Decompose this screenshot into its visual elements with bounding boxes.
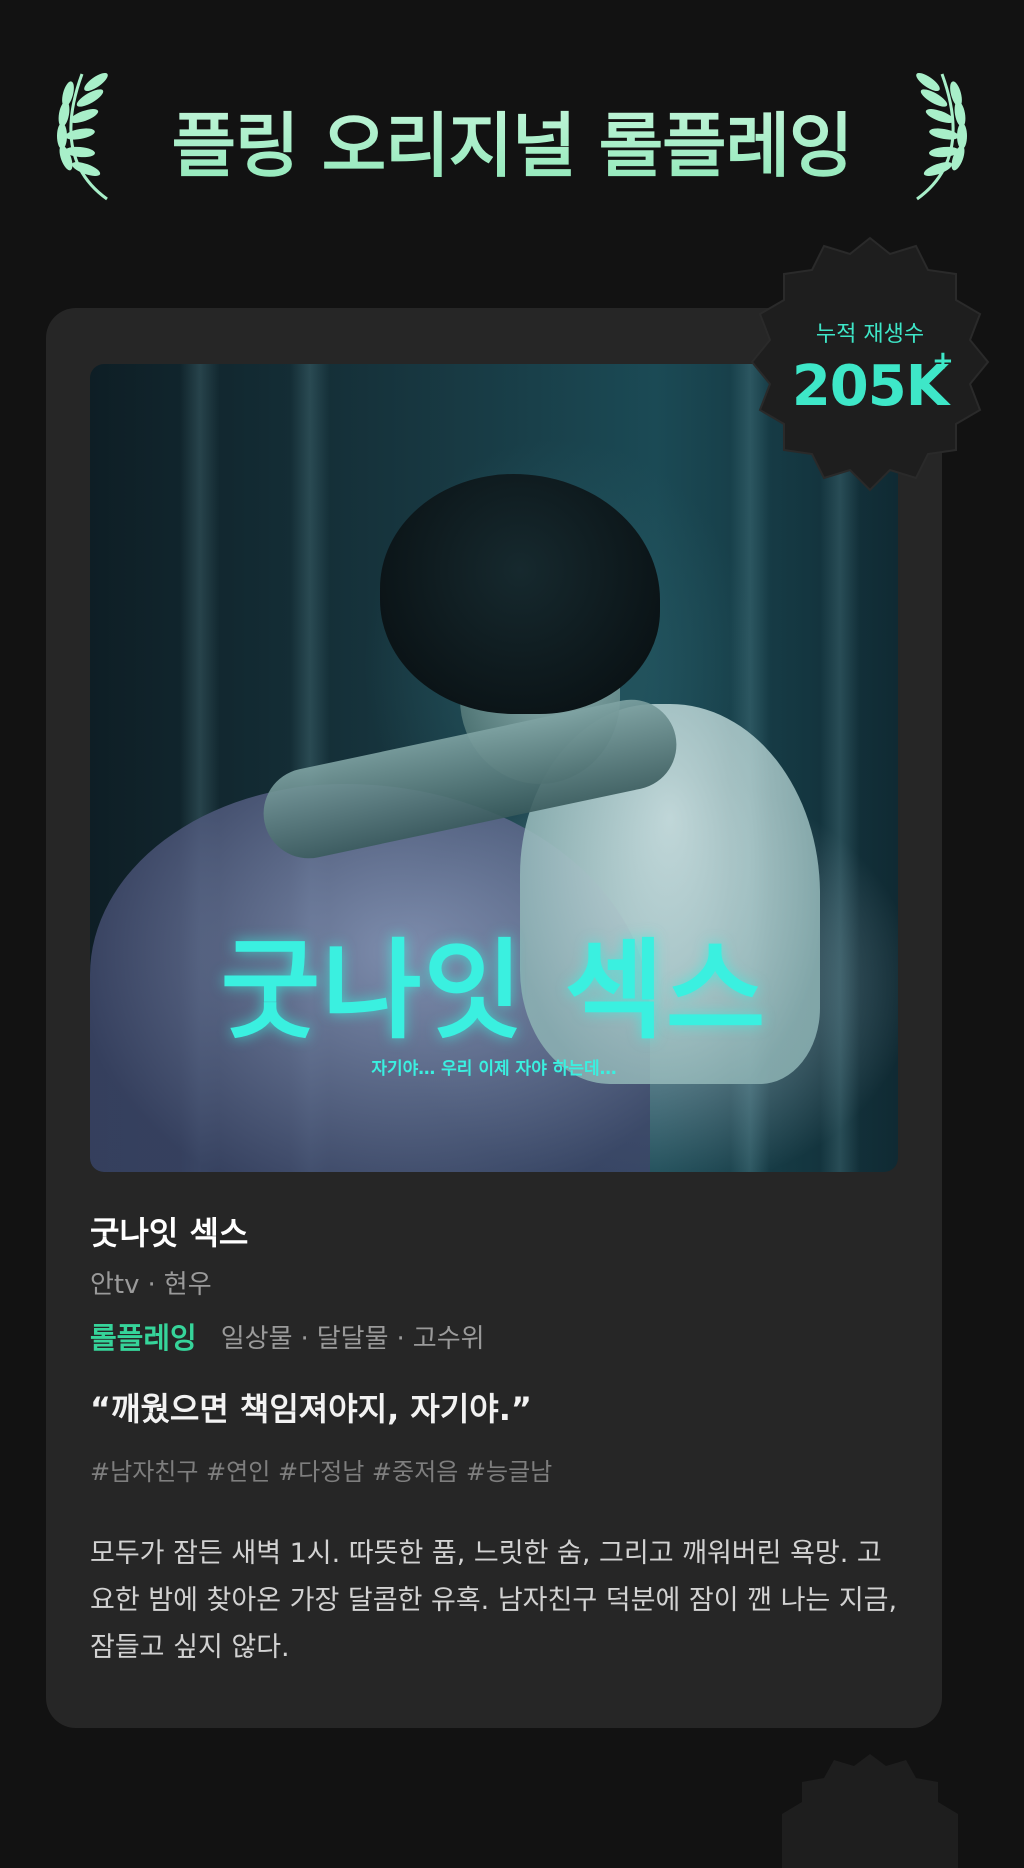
category-item: 일상물	[220, 1323, 293, 1354]
badge-suffix: +	[932, 346, 954, 376]
category-list: 일상물 · 달달물 · 고수위	[221, 1318, 485, 1355]
creator-list: 안tv · 현우	[90, 1264, 898, 1304]
poster-subtitle: 자기야… 우리 이제 자야 하는데…	[371, 1059, 617, 1079]
category-item: 달달물	[316, 1323, 389, 1354]
genre-label: 롤플레잉	[90, 1321, 197, 1355]
work-info: 굿나잇 섹스 안tv · 현우 롤플레잉 일상물 · 달달물 · 고수위 “깨웠으면 책임져…	[90, 1208, 898, 1671]
separator-dot: ·	[147, 1270, 156, 1300]
separator-dot: ·	[300, 1323, 309, 1354]
work-title: 굿나잇 섹스	[90, 1214, 249, 1252]
roleplay-card[interactable]: 굿나잇 섹스 자기야… 우리 이제 자야 하는데… 굿나잇 섹스 안tv · 현우 …	[46, 308, 942, 1728]
work-description: 모두가 잠든 새벽 1시. 따뜻한 품, 느릿한 숨, 그리고 깨워버린 욕망.…	[90, 1538, 898, 1663]
genre-row: 롤플레잉 일상물 · 달달물 · 고수위	[90, 1314, 898, 1358]
tagline-quote: “깨웠으면 책임져야지, 자기야.”	[90, 1390, 532, 1428]
page-header: 플링 오리지널 롤플레잉	[0, 60, 1024, 210]
separator-dot: ·	[396, 1323, 405, 1354]
laurel-right-icon	[916, 72, 967, 201]
page-title: 플링 오리지널 롤플레잉	[0, 90, 1024, 191]
play-count-badge: 누적 재생수 205K +	[740, 234, 1000, 504]
poster-figure-hair	[380, 474, 660, 714]
hashtag-list: #남자친구 #연인 #다정남 #중저음 #능글남	[90, 1458, 553, 1486]
next-badge-peek	[782, 1754, 958, 1868]
badge-label: 누적 재생수	[815, 322, 925, 347]
poster-title: 굿나잇 섹스	[220, 929, 768, 1054]
badge-value: 205K	[791, 354, 949, 419]
creator-name: 현우	[163, 1270, 212, 1300]
creator-name: 안tv	[90, 1270, 140, 1300]
category-item: 고수위	[412, 1323, 485, 1354]
